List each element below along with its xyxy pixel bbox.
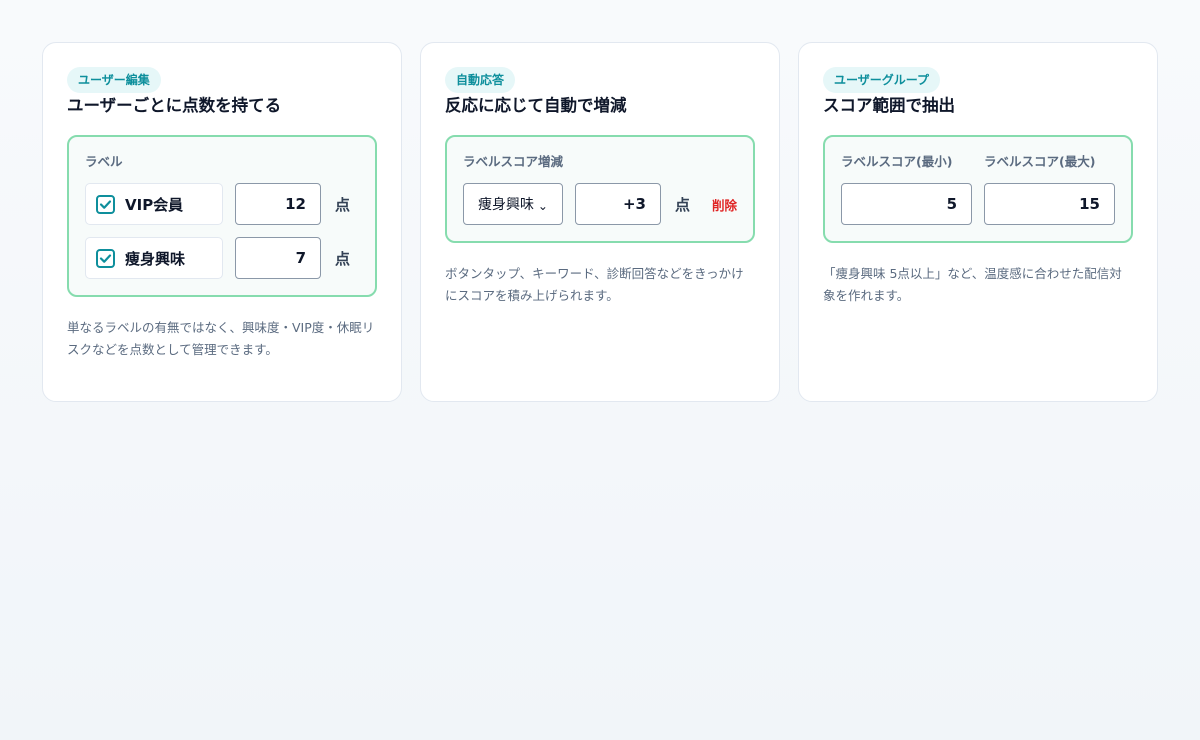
check-icon xyxy=(96,248,115,268)
panel-label: ラベル xyxy=(85,154,123,169)
card-user-edit: ユーザー編集 ユーザーごとに点数を持てる ラベル VIP会員 点 xyxy=(42,42,402,402)
unit-label: 点 xyxy=(335,249,351,268)
min-score-input[interactable] xyxy=(841,183,972,225)
badge-auto-response: 自動応答 xyxy=(445,67,516,93)
max-score-field: ラベルスコア(最大) xyxy=(984,153,1115,225)
label-checkbox-vip[interactable]: VIP会員 xyxy=(85,183,223,225)
unit-label: 点 xyxy=(674,195,690,214)
score-range-fields: ラベルスコア(最小) ラベルスコア(最大) xyxy=(841,153,1115,225)
score-input-slimming[interactable] xyxy=(235,237,321,279)
label-score-panel: ラベル VIP会員 点 xyxy=(67,135,377,297)
min-score-label: ラベルスコア(最小) xyxy=(841,154,953,169)
checkbox-label: VIP会員 xyxy=(125,195,184,214)
label-row-vip: VIP会員 点 xyxy=(85,183,359,225)
checkbox-label: 痩身興味 xyxy=(125,249,186,268)
label-select[interactable]: 痩身興味 ⌄ xyxy=(463,183,563,225)
label-checkbox-slimming[interactable]: 痩身興味 xyxy=(85,237,223,279)
card-description: ボタンタップ、キーワード、診断回答などをきっかけにスコアを積み上げられます。 xyxy=(445,266,744,303)
min-score-field: ラベルスコア(最小) xyxy=(841,153,972,225)
card-title: スコア範囲で抽出 xyxy=(823,96,955,115)
score-delta-input[interactable] xyxy=(574,183,661,225)
chevron-down-icon: ⌄ xyxy=(537,199,548,213)
card-user-group: ユーザーグループ スコア範囲で抽出 ラベルスコア(最小) ラベルスコア(最大) … xyxy=(798,42,1158,402)
select-value: 痩身興味 xyxy=(478,197,534,213)
delete-button[interactable]: 削除 xyxy=(712,195,737,214)
card-title: ユーザーごとに点数を持てる xyxy=(67,96,282,115)
badge-user-group: ユーザーグループ xyxy=(823,67,941,93)
max-score-label: ラベルスコア(最大) xyxy=(984,154,1096,169)
unit-label: 点 xyxy=(335,195,351,214)
card-auto-response: 自動応答 反応に応じて自動で増減 ラベルスコア増減 痩身興味 ⌄ 点 削除 ボタ… xyxy=(420,42,780,402)
score-change-panel: ラベルスコア増減 痩身興味 ⌄ 点 削除 xyxy=(445,135,755,243)
card-description: 「痩身興味 5点以上」など、温度感に合わせた配信対象を作れます。 xyxy=(823,266,1122,303)
score-change-row: 痩身興味 ⌄ 点 削除 xyxy=(463,183,737,225)
max-score-input[interactable] xyxy=(984,183,1115,225)
card-title: 反応に応じて自動で増減 xyxy=(445,96,627,115)
panel-label: ラベルスコア増減 xyxy=(463,154,564,169)
score-range-panel: ラベルスコア(最小) ラベルスコア(最大) xyxy=(823,135,1133,243)
score-input-vip[interactable] xyxy=(235,183,321,225)
card-description: 単なるラベルの有無ではなく、興味度・VIP度・休眠リスクなどを点数として管理でき… xyxy=(67,320,375,357)
check-icon xyxy=(96,194,115,214)
badge-user-edit: ユーザー編集 xyxy=(67,67,161,93)
label-row-slimming: 痩身興味 点 xyxy=(85,237,359,279)
